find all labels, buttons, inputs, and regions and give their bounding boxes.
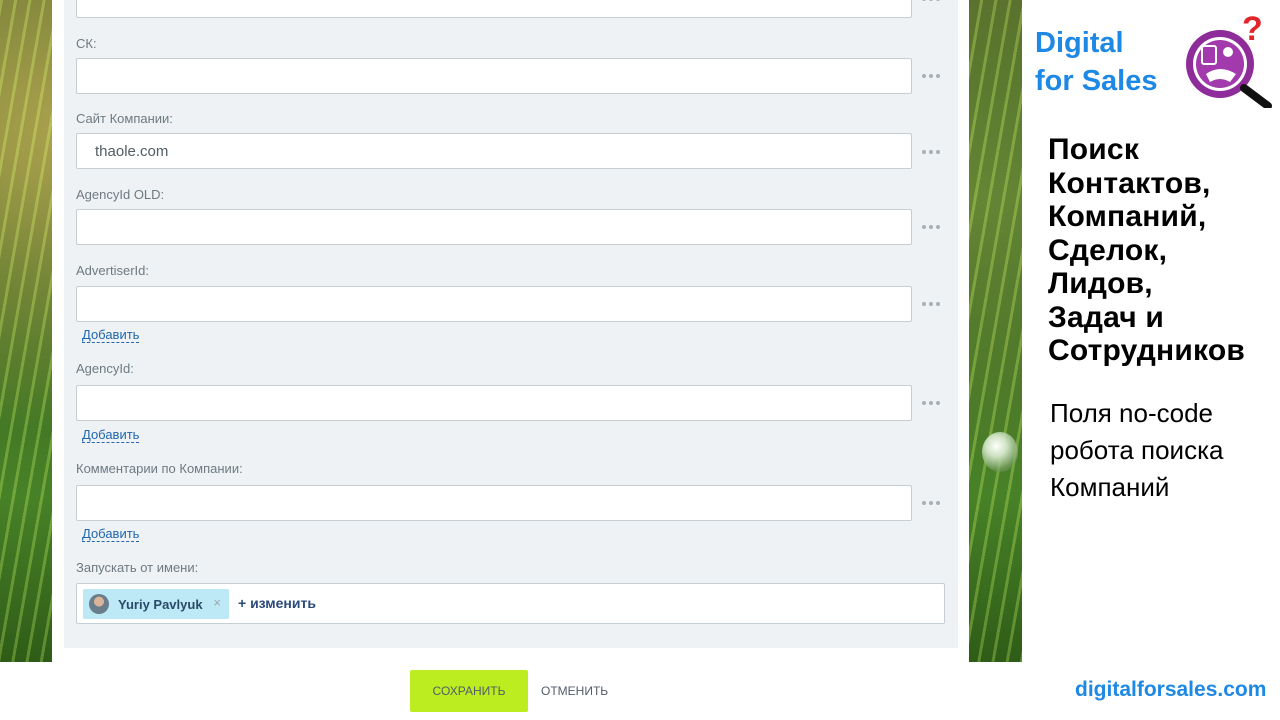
add-agencyid-link[interactable]: Добавить xyxy=(82,427,140,443)
field-label-company-comments: Комментарии по Компании: xyxy=(76,461,243,476)
field-label-company-site: Сайт Компании: xyxy=(76,111,173,126)
field-label-sk: СК: xyxy=(76,36,97,51)
headline-line: Сделок, xyxy=(1048,233,1168,267)
field-menu-dots-icon[interactable] xyxy=(921,299,941,309)
field-label-run-as: Запускать от имени: xyxy=(76,560,199,575)
water-droplet-image xyxy=(982,432,1018,472)
change-user-link[interactable]: + изменить xyxy=(238,595,316,611)
field-menu-dots-icon[interactable] xyxy=(921,398,941,408)
cancel-button[interactable]: ОТМЕНИТЬ xyxy=(541,684,608,698)
save-button[interactable]: СОХРАНИТЬ xyxy=(410,670,528,712)
field-menu-dots-icon[interactable] xyxy=(921,147,941,157)
field-label-agencyid-old: AgencyId OLD: xyxy=(76,187,165,202)
user-chip: Yuriy Pavlyuk × xyxy=(83,589,229,619)
headline: Поиск Контактов, Компаний, Сделок, Лидов… xyxy=(1048,133,1245,368)
form-area xyxy=(64,0,958,648)
subtitle-line: робота поиска xyxy=(1050,435,1224,465)
subtitle-line: Компаний xyxy=(1050,472,1170,502)
magnifier-logo-icon: ? xyxy=(1186,12,1272,108)
avatar xyxy=(89,594,109,614)
field-input-company-site[interactable]: thaole.com xyxy=(76,133,912,169)
field-menu-dots-icon[interactable] xyxy=(921,71,941,81)
headline-line: Лидов, xyxy=(1048,267,1153,300)
subtitle: Поля no-code робота поиска Компаний xyxy=(1050,395,1223,506)
user-chip-name: Yuriy Pavlyuk xyxy=(118,596,203,612)
field-input-advertiserid[interactable] xyxy=(76,286,912,322)
brand-line-1: Digital xyxy=(1035,27,1124,59)
headline-line: Задач и xyxy=(1048,300,1165,334)
close-icon[interactable]: × xyxy=(213,595,221,610)
brand-title: Digital for Sales xyxy=(1035,24,1158,100)
field-menu-dots-icon[interactable] xyxy=(921,222,941,232)
add-advertiserid-link[interactable]: Добавить xyxy=(82,327,140,343)
field-input-top[interactable] xyxy=(76,0,912,18)
headline-line: Поиск xyxy=(1048,133,1140,166)
field-label-advertiserid: AdvertiserId: xyxy=(76,263,149,278)
headline-line: Контактов, xyxy=(1048,166,1211,200)
subtitle-line: Поля no-code xyxy=(1050,398,1214,428)
run-as-user-selector[interactable]: Yuriy Pavlyuk × + изменить xyxy=(76,583,945,624)
logo-question-mark: ? xyxy=(1242,12,1263,48)
brand-line-2: for Sales xyxy=(1035,65,1158,97)
field-input-company-comments[interactable] xyxy=(76,485,912,521)
field-menu-dots-icon[interactable] xyxy=(921,498,941,508)
website-url[interactable]: digitalforsales.com xyxy=(1075,678,1266,702)
field-input-agencyid-old[interactable] xyxy=(76,209,912,245)
field-input-sk[interactable] xyxy=(76,58,912,94)
field-input-agencyid[interactable] xyxy=(76,385,912,421)
field-label-agencyid: AgencyId: xyxy=(76,361,134,376)
field-menu-dots-icon[interactable] xyxy=(921,0,941,4)
headline-line: Сотрудников xyxy=(1048,334,1245,367)
add-comment-link[interactable]: Добавить xyxy=(82,526,140,542)
headline-line: Компаний, xyxy=(1048,200,1207,233)
